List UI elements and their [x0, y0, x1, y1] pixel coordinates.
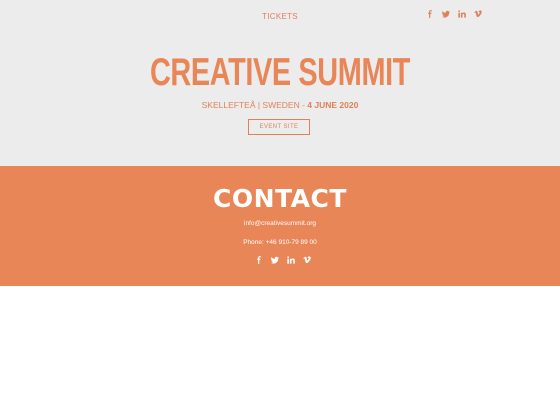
contact-heading: CONTACT — [213, 184, 347, 213]
facebook-icon[interactable] — [255, 256, 263, 264]
twitter-icon[interactable] — [271, 256, 279, 264]
facebook-icon[interactable] — [426, 10, 434, 18]
event-date: 4 JUNE 2020 — [307, 100, 359, 110]
event-location-date: SKELLEFTEÅ | SWEDEN - 4 JUNE 2020 — [0, 100, 560, 110]
vimeo-icon[interactable] — [474, 10, 482, 18]
header-social-links — [426, 10, 482, 18]
linkedin-icon[interactable] — [287, 256, 295, 264]
contact-email-link[interactable]: info@creativesummit.org — [0, 220, 560, 227]
contact-phone: Phone: +46 910-79 89 00 — [243, 239, 317, 246]
event-location: SKELLEFTEÅ | SWEDEN - — [201, 100, 308, 110]
contact-social-links — [255, 256, 311, 264]
contact-section: CONTACT info@creativesummit.org Phone: +… — [0, 166, 560, 286]
linkedin-icon[interactable] — [458, 10, 466, 18]
twitter-icon[interactable] — [442, 10, 450, 18]
event-title: CREATIVE SUMMIT — [149, 51, 411, 94]
hero-section: TICKETS CREATIVE SUMMIT SKELLEFTEÅ | SWE… — [0, 0, 560, 166]
vimeo-icon[interactable] — [303, 256, 311, 264]
event-site-button[interactable]: EVENT SITE — [248, 119, 310, 135]
